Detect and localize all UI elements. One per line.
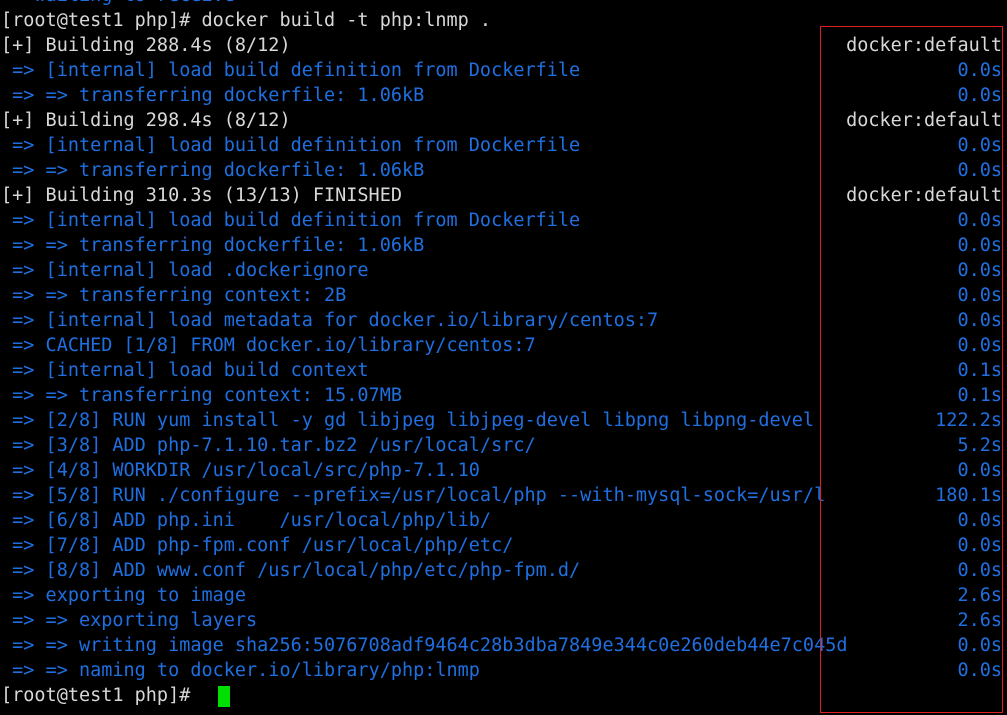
terminal-line: => => exporting layers 2.6s	[0, 608, 1007, 633]
terminal-line: => exporting to image 2.6s	[0, 583, 1007, 608]
terminal-line-text: => [internal] load metadata for docker.i…	[1, 310, 659, 331]
terminal-line-text: => => transferring context: 15.07MB	[1, 385, 402, 406]
terminal-cursor	[218, 686, 230, 707]
terminal-line-duration: docker:default	[846, 35, 1002, 56]
terminal-line-duration: 0.0s	[957, 660, 1002, 681]
terminal-line-text: => => transferring dockerfile: 1.06kB	[1, 85, 425, 106]
terminal-line: => [8/8] ADD www.conf /usr/local/php/etc…	[0, 558, 1007, 583]
terminal-line-text: => [7/8] ADD php-fpm.conf /usr/local/php…	[1, 535, 514, 556]
terminal-line-duration: 0.0s	[957, 635, 1002, 656]
terminal-line: [root@test1 php]# docker build -t php:ln…	[0, 8, 1007, 33]
terminal-line-text: => => exporting layers	[1, 610, 258, 631]
terminal-line: [+] Building 288.4s (8/12) docker:default	[0, 33, 1007, 58]
terminal-line-text: => exporting to image	[1, 585, 247, 606]
terminal-line: [root@test1 php]#	[0, 683, 1007, 708]
terminal-line-duration: 0.0s	[957, 210, 1002, 231]
terminal-line-text: => => transferring context: 2B	[1, 285, 347, 306]
terminal-line-duration: 0.0s	[957, 560, 1002, 581]
terminal-line-duration: 0.0s	[957, 535, 1002, 556]
terminal-line: [+] Building 298.4s (8/12) docker:default	[0, 108, 1007, 133]
terminal-line-text: => [internal] load build definition from…	[1, 135, 581, 156]
terminal-line-text: [+] Building 298.4s (8/12)	[1, 110, 291, 131]
terminal-line: => [4/8] WORKDIR /usr/local/src/php-7.1.…	[0, 458, 1007, 483]
terminal-line: => [2/8] RUN yum install -y gd libjpeg l…	[0, 408, 1007, 433]
terminal-line: => [internal] load .dockerignore 0.0s	[0, 258, 1007, 283]
terminal-line-text: => [internal] load build definition from…	[1, 210, 581, 231]
terminal-line: => => transferring dockerfile: 1.06kB 0.0…	[0, 158, 1007, 183]
terminal-line-text: => [8/8] ADD www.conf /usr/local/php/etc…	[1, 560, 581, 581]
terminal-line-text: => CACHED [1/8] FROM docker.io/library/c…	[1, 335, 536, 356]
terminal-line: => => writing image sha256:5076708adf946…	[0, 633, 1007, 658]
terminal-window[interactable]: => waiting to receive [root@test1 php]# d…	[0, 0, 1007, 715]
terminal-line-text: => [3/8] ADD php-7.1.10.tar.bz2 /usr/loc…	[1, 435, 536, 456]
terminal-line: => [internal] load build definition from…	[0, 133, 1007, 158]
terminal-line-duration: 0.0s	[957, 235, 1002, 256]
terminal-line-duration: 0.1s	[957, 360, 1002, 381]
terminal-line-duration: 0.0s	[957, 510, 1002, 531]
terminal-line: => [internal] load build definition from…	[0, 208, 1007, 233]
terminal-line-duration: 0.0s	[957, 160, 1002, 181]
terminal-line-text: [root@test1 php]#	[1, 685, 202, 706]
terminal-line-duration: docker:default	[846, 185, 1002, 206]
terminal-line-text: [root@test1 php]# docker build -t php:ln…	[1, 10, 492, 31]
terminal-line-text: => => naming to docker.io/library/php:ln…	[1, 660, 480, 681]
terminal-line: [+] Building 310.3s (13/13) FINISHED dock…	[0, 183, 1007, 208]
terminal-line: => => naming to docker.io/library/php:ln…	[0, 658, 1007, 683]
terminal-line-text: => waiting to receive	[1, 0, 235, 6]
terminal-line: => [internal] load metadata for docker.i…	[0, 308, 1007, 333]
terminal-line-duration: 0.0s	[957, 460, 1002, 481]
terminal-line-duration: 0.0s	[957, 260, 1002, 281]
terminal-line: => [internal] load build context 0.1s	[0, 358, 1007, 383]
terminal-line-text: => [internal] load .dockerignore	[1, 260, 369, 281]
terminal-line: => [internal] load build definition from…	[0, 58, 1007, 83]
terminal-line-text: => => transferring dockerfile: 1.06kB	[1, 235, 425, 256]
terminal-line: => => transferring context: 15.07MB 0.1s	[0, 383, 1007, 408]
terminal-line: => => transferring context: 2B 0.0s	[0, 283, 1007, 308]
terminal-line-text: => [2/8] RUN yum install -y gd libjpeg l…	[1, 410, 815, 431]
terminal-line-duration: 0.0s	[957, 135, 1002, 156]
terminal-line-text: [+] Building 310.3s (13/13) FINISHED	[1, 185, 402, 206]
terminal-line: => CACHED [1/8] FROM docker.io/library/c…	[0, 333, 1007, 358]
terminal-line-duration: 0.0s	[957, 60, 1002, 81]
terminal-line-duration: 0.0s	[957, 85, 1002, 106]
terminal-line: => [6/8] ADD php.ini /usr/local/php/lib/…	[0, 508, 1007, 533]
terminal-line-text: => [6/8] ADD php.ini /usr/local/php/lib/	[1, 510, 492, 531]
terminal-line: => [7/8] ADD php-fpm.conf /usr/local/php…	[0, 533, 1007, 558]
terminal-line: => => transferring dockerfile: 1.06kB 0.0…	[0, 233, 1007, 258]
terminal-line-duration: 122.2s	[935, 410, 1002, 431]
terminal-line-duration: docker:default	[846, 110, 1002, 131]
terminal-line-text: => [4/8] WORKDIR /usr/local/src/php-7.1.…	[1, 460, 480, 481]
terminal-line: => [5/8] RUN ./configure --prefix=/usr/l…	[0, 483, 1007, 508]
terminal-line-duration: 0.1s	[957, 385, 1002, 406]
terminal-line-duration: 2.6s	[957, 610, 1002, 631]
terminal-line-duration: 2.6s	[957, 585, 1002, 606]
terminal-line-duration: 180.1s	[935, 485, 1002, 506]
terminal-line-duration: 0.0s	[957, 310, 1002, 331]
terminal-line-duration: 0.0s	[957, 335, 1002, 356]
terminal-line: => waiting to receive	[0, 0, 1007, 8]
terminal-line-text: => => transferring dockerfile: 1.06kB	[1, 160, 425, 181]
terminal-line-duration: 5.2s	[957, 435, 1002, 456]
terminal-line-text: => [internal] load build definition from…	[1, 60, 581, 81]
terminal-output: => waiting to receive [root@test1 php]# d…	[0, 0, 1007, 708]
terminal-line-duration: 0.0s	[957, 285, 1002, 306]
terminal-line-text: [+] Building 288.4s (8/12)	[1, 35, 291, 56]
terminal-line-text: => => writing image sha256:5076708adf946…	[1, 635, 848, 656]
terminal-line: => => transferring dockerfile: 1.06kB 0.0…	[0, 83, 1007, 108]
terminal-line-text: => [internal] load build context	[1, 360, 369, 381]
terminal-line: => [3/8] ADD php-7.1.10.tar.bz2 /usr/loc…	[0, 433, 1007, 458]
terminal-line-text: => [5/8] RUN ./configure --prefix=/usr/l…	[1, 485, 826, 506]
